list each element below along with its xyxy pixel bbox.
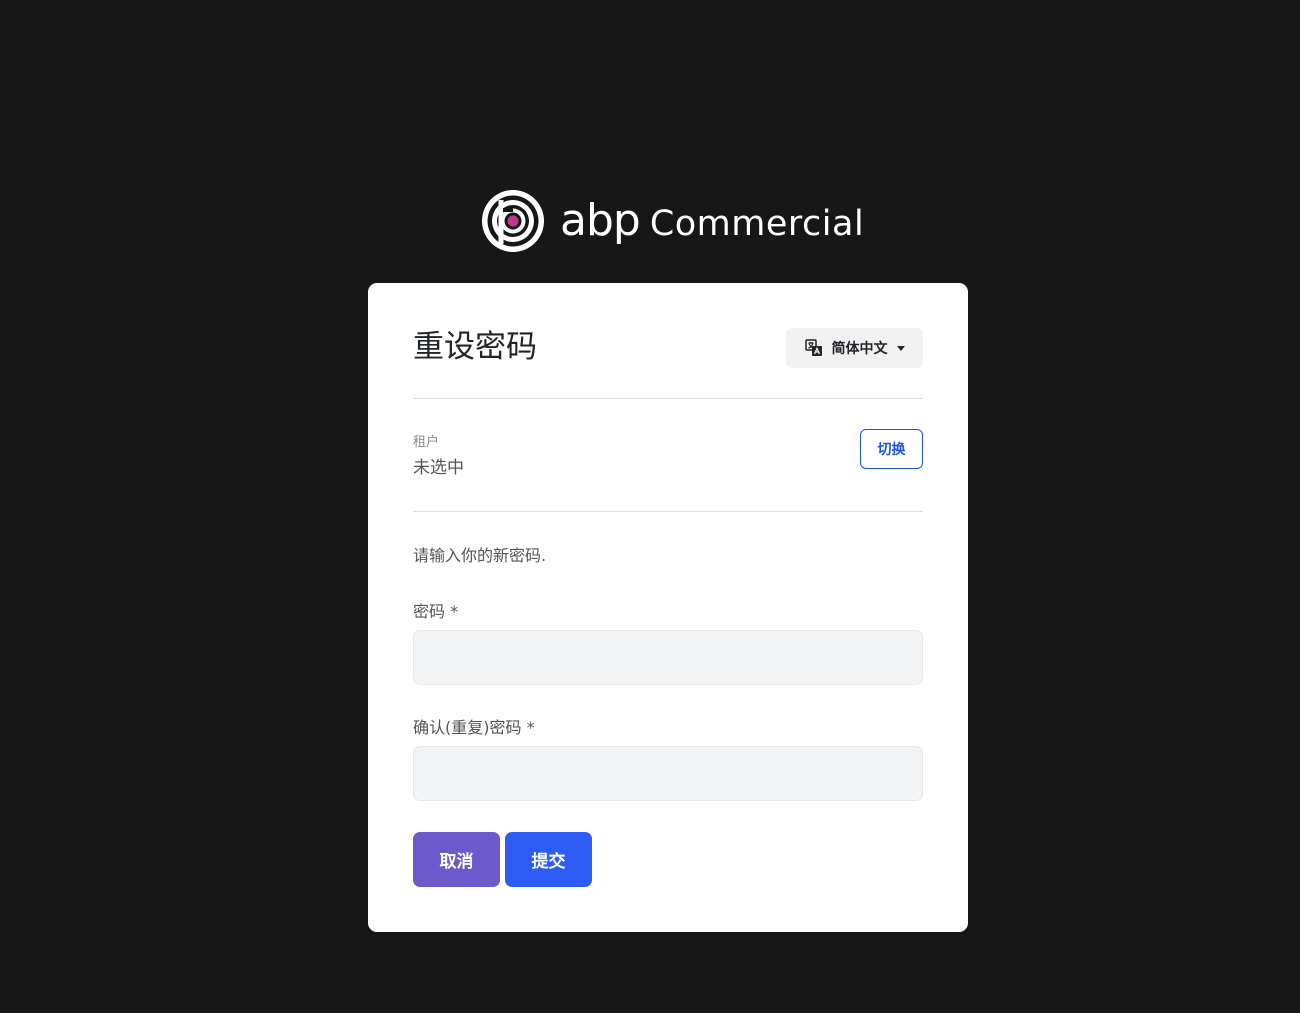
divider <box>413 511 923 512</box>
brand-commercial-text: Commercial <box>649 204 865 244</box>
password-label: 密码 * <box>413 602 459 621</box>
abp-logo-icon <box>482 190 544 252</box>
intro-text: 请输入你的新密码. <box>413 546 547 565</box>
brand-abp-text: abp <box>560 195 641 246</box>
tenant-label: 租户 <box>413 435 440 450</box>
reset-password-card: 重设密码 简体中文 租户 未选中 切换 请输入你的新密码. 密码 * 确认(重复… <box>368 283 968 932</box>
submit-button[interactable]: 提交 <box>505 832 592 887</box>
confirm-password-label: 确认(重复)密码 * <box>413 718 535 737</box>
password-input[interactable] <box>413 630 923 685</box>
language-label: 简体中文 <box>831 341 888 357</box>
brand-logo: abp Commercial <box>480 188 864 254</box>
tenant-value: 未选中 <box>413 458 464 478</box>
confirm-password-input[interactable] <box>413 746 923 801</box>
language-dropdown-button[interactable]: 简体中文 <box>786 328 923 368</box>
translate-icon <box>804 339 823 357</box>
caret-down-icon <box>896 345 905 351</box>
switch-tenant-button[interactable]: 切换 <box>860 429 923 469</box>
page-title: 重设密码 <box>413 329 537 365</box>
divider <box>413 398 923 399</box>
cancel-button[interactable]: 取消 <box>413 832 500 887</box>
